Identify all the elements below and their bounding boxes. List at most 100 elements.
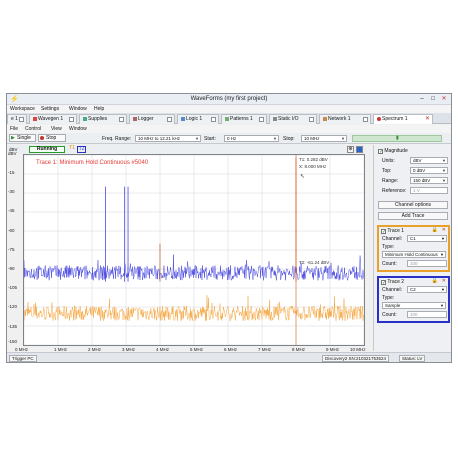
menu-control[interactable]: Control <box>25 126 41 132</box>
trigger-pc-button[interactable]: Trigger PC <box>9 355 37 362</box>
freq-range-label: Freq. Range: <box>102 136 132 142</box>
tab-detach-icon[interactable] <box>167 117 172 122</box>
trace-2-selector[interactable]: T2 <box>77 146 86 153</box>
tab-supplies[interactable]: Supplies <box>79 114 127 124</box>
tab-label: e 1 <box>11 116 18 122</box>
start-freq-input[interactable]: 0 Hz ▼ <box>224 135 279 142</box>
top-input[interactable]: 0 dBV ▼ <box>410 167 448 174</box>
tab-detach-icon[interactable] <box>19 117 24 122</box>
tab-scope-partial[interactable]: e 1 <box>7 114 27 124</box>
trace-2-type-select[interactable]: Sample ▼ <box>382 302 446 309</box>
remove-trace-icon[interactable]: ✕ <box>442 227 446 233</box>
trace-1-toggle[interactable]: ✓ Trace 1 <box>381 228 404 235</box>
tab-static-io[interactable]: Static I/O <box>269 114 317 124</box>
tab-logic[interactable]: Logic 1 <box>177 114 219 124</box>
channel-options-button[interactable]: Channel options <box>378 201 448 209</box>
tab-patterns[interactable]: Patterns 1 <box>221 114 267 124</box>
checkbox-checked-icon: ✓ <box>381 280 387 286</box>
tab-detach-icon[interactable] <box>309 117 314 122</box>
tab-label: Network 1 <box>328 116 351 122</box>
chevron-down-icon: ▼ <box>341 136 345 141</box>
range-input[interactable]: 150 dBV ▼ <box>410 177 448 184</box>
checkbox-checked-icon: ✓ <box>381 229 387 235</box>
start-label: Start: <box>204 136 216 142</box>
window-title: WaveForms (my first project) <box>190 96 268 102</box>
tab-detach-icon[interactable] <box>69 117 74 122</box>
stop-freq-input[interactable]: 10 MHz ▼ <box>301 135 347 142</box>
trace-2-settings: ✓ Trace 2 🔒 ✕ Channel: C2 ▼ Type: Sample ▼… <box>377 276 450 323</box>
y-tick-label: -150 <box>8 339 18 344</box>
menu-help[interactable]: Help <box>94 106 104 112</box>
menu-window[interactable]: Window <box>69 106 87 112</box>
chevron-down-icon: ▼ <box>442 168 446 173</box>
y-tick-label: -15 <box>8 170 15 175</box>
trace-1-channel-select[interactable]: C1 ▼ <box>407 235 447 242</box>
stop-label: Stop <box>46 135 57 141</box>
tab-detach-icon[interactable] <box>363 117 368 122</box>
spectrum-toolbar: ▶ Single Stop Freq. Range: 10 MHz to 12.… <box>7 133 451 144</box>
y-tick-label: -105 <box>8 285 18 290</box>
menu-file[interactable]: File <box>10 126 18 132</box>
tab-network[interactable]: Network 1 <box>319 114 371 124</box>
status-indicator: Status: LV <box>399 355 426 362</box>
stop-button[interactable]: Stop <box>38 134 66 142</box>
menu-view[interactable]: View <box>51 126 62 132</box>
menu-settings[interactable]: Settings <box>41 106 59 112</box>
checkbox-checked-icon: ✓ <box>378 149 384 155</box>
trace-1-selector[interactable]: T1 <box>68 146 76 153</box>
trace-1-type-select[interactable]: Minimum Hold Continuous ▼ <box>382 251 446 258</box>
waveforms-window: ⚡ WaveForms (my first project) – □ ✕ Wor… <box>6 93 452 363</box>
top-label: Top: <box>382 168 392 174</box>
progress-marker-icon: ▮ <box>396 135 399 141</box>
spectrum-plot[interactable]: Trace 1: Minimum Hold Continuous #5040 T… <box>23 154 365 346</box>
cursor-t1-readout: T1: 0.282 dBV <box>299 157 328 162</box>
tab-close-icon[interactable]: ✕ <box>425 115 430 124</box>
chevron-down-icon: ▼ <box>441 287 445 292</box>
status-bar: Trigger PC Discovery2 SN:210321753524 St… <box>7 352 451 362</box>
plot-menu-icon[interactable] <box>356 146 363 153</box>
remove-trace-icon[interactable]: ✕ <box>442 278 446 284</box>
main-menu: Workspace Settings Window Help <box>7 105 451 113</box>
lock-icon[interactable]: 🔒 <box>432 278 438 284</box>
trace-1-count-input[interactable]: 100 <box>407 260 447 267</box>
y-tick-label: -60 <box>8 228 15 233</box>
spectrum-menu: File Control View Window <box>7 125 451 133</box>
tab-detach-icon[interactable] <box>119 117 124 122</box>
lock-icon[interactable]: 🔒 <box>432 227 438 233</box>
trace-1-settings: ✓ Trace 1 🔒 ✕ Channel: C1 ▼ Type: Minimum… <box>377 225 450 272</box>
chevron-down-icon: ▼ <box>441 236 445 241</box>
trace-2-toggle[interactable]: ✓ Trace 2 <box>381 279 404 286</box>
add-trace-button[interactable]: Add Trace <box>378 212 448 220</box>
menu-window-sub[interactable]: Window <box>69 126 87 132</box>
single-button[interactable]: ▶ Single <box>9 134 36 142</box>
menu-workspace[interactable]: Workspace <box>10 106 35 112</box>
freq-range-select[interactable]: 10 MHz to 12.21 kHz ▼ <box>135 135 201 142</box>
units-select[interactable]: dBV ▼ <box>410 157 448 164</box>
minimize-button[interactable]: – <box>417 95 427 103</box>
zoom-icon[interactable]: ⊕ <box>347 146 354 153</box>
reference-input[interactable]: 1 V <box>410 187 448 194</box>
y-tick-label: -30 <box>8 189 15 194</box>
device-info[interactable]: Discovery2 SN:210321753524 <box>322 355 390 362</box>
tab-spectrum[interactable]: Spectrum 1 ✕ <box>373 114 433 124</box>
tab-wavegen[interactable]: Wavegen 1 <box>29 114 77 124</box>
trace-title: Trace 1: Minimum Hold Continuous #5040 <box>36 160 149 166</box>
reference-label: Reference: <box>382 188 407 194</box>
type-label: Type: <box>382 295 395 301</box>
tab-detach-icon[interactable] <box>211 117 216 122</box>
tab-logger[interactable]: Logger <box>129 114 175 124</box>
spectrum-icon <box>377 116 381 121</box>
tab-label: Logic 1 <box>186 116 203 122</box>
maximize-button[interactable]: □ <box>428 95 438 103</box>
magnitude-toggle[interactable]: ✓ Magnitude <box>378 148 408 155</box>
close-button[interactable]: ✕ <box>439 95 449 103</box>
tab-label: Static I/O <box>278 116 299 122</box>
chevron-down-icon: ▼ <box>442 178 446 183</box>
tab-detach-icon[interactable] <box>259 117 264 122</box>
trace-2-count-input[interactable]: 100 <box>407 311 447 318</box>
logger-icon <box>133 116 137 121</box>
tab-label: Spectrum 1 <box>382 116 408 122</box>
cursor-t2-readout: T2: -61.24 dBV <box>299 260 330 265</box>
trace-2-channel-select[interactable]: C2 ▼ <box>407 286 447 293</box>
tab-label: Wavegen 1 <box>38 116 64 122</box>
